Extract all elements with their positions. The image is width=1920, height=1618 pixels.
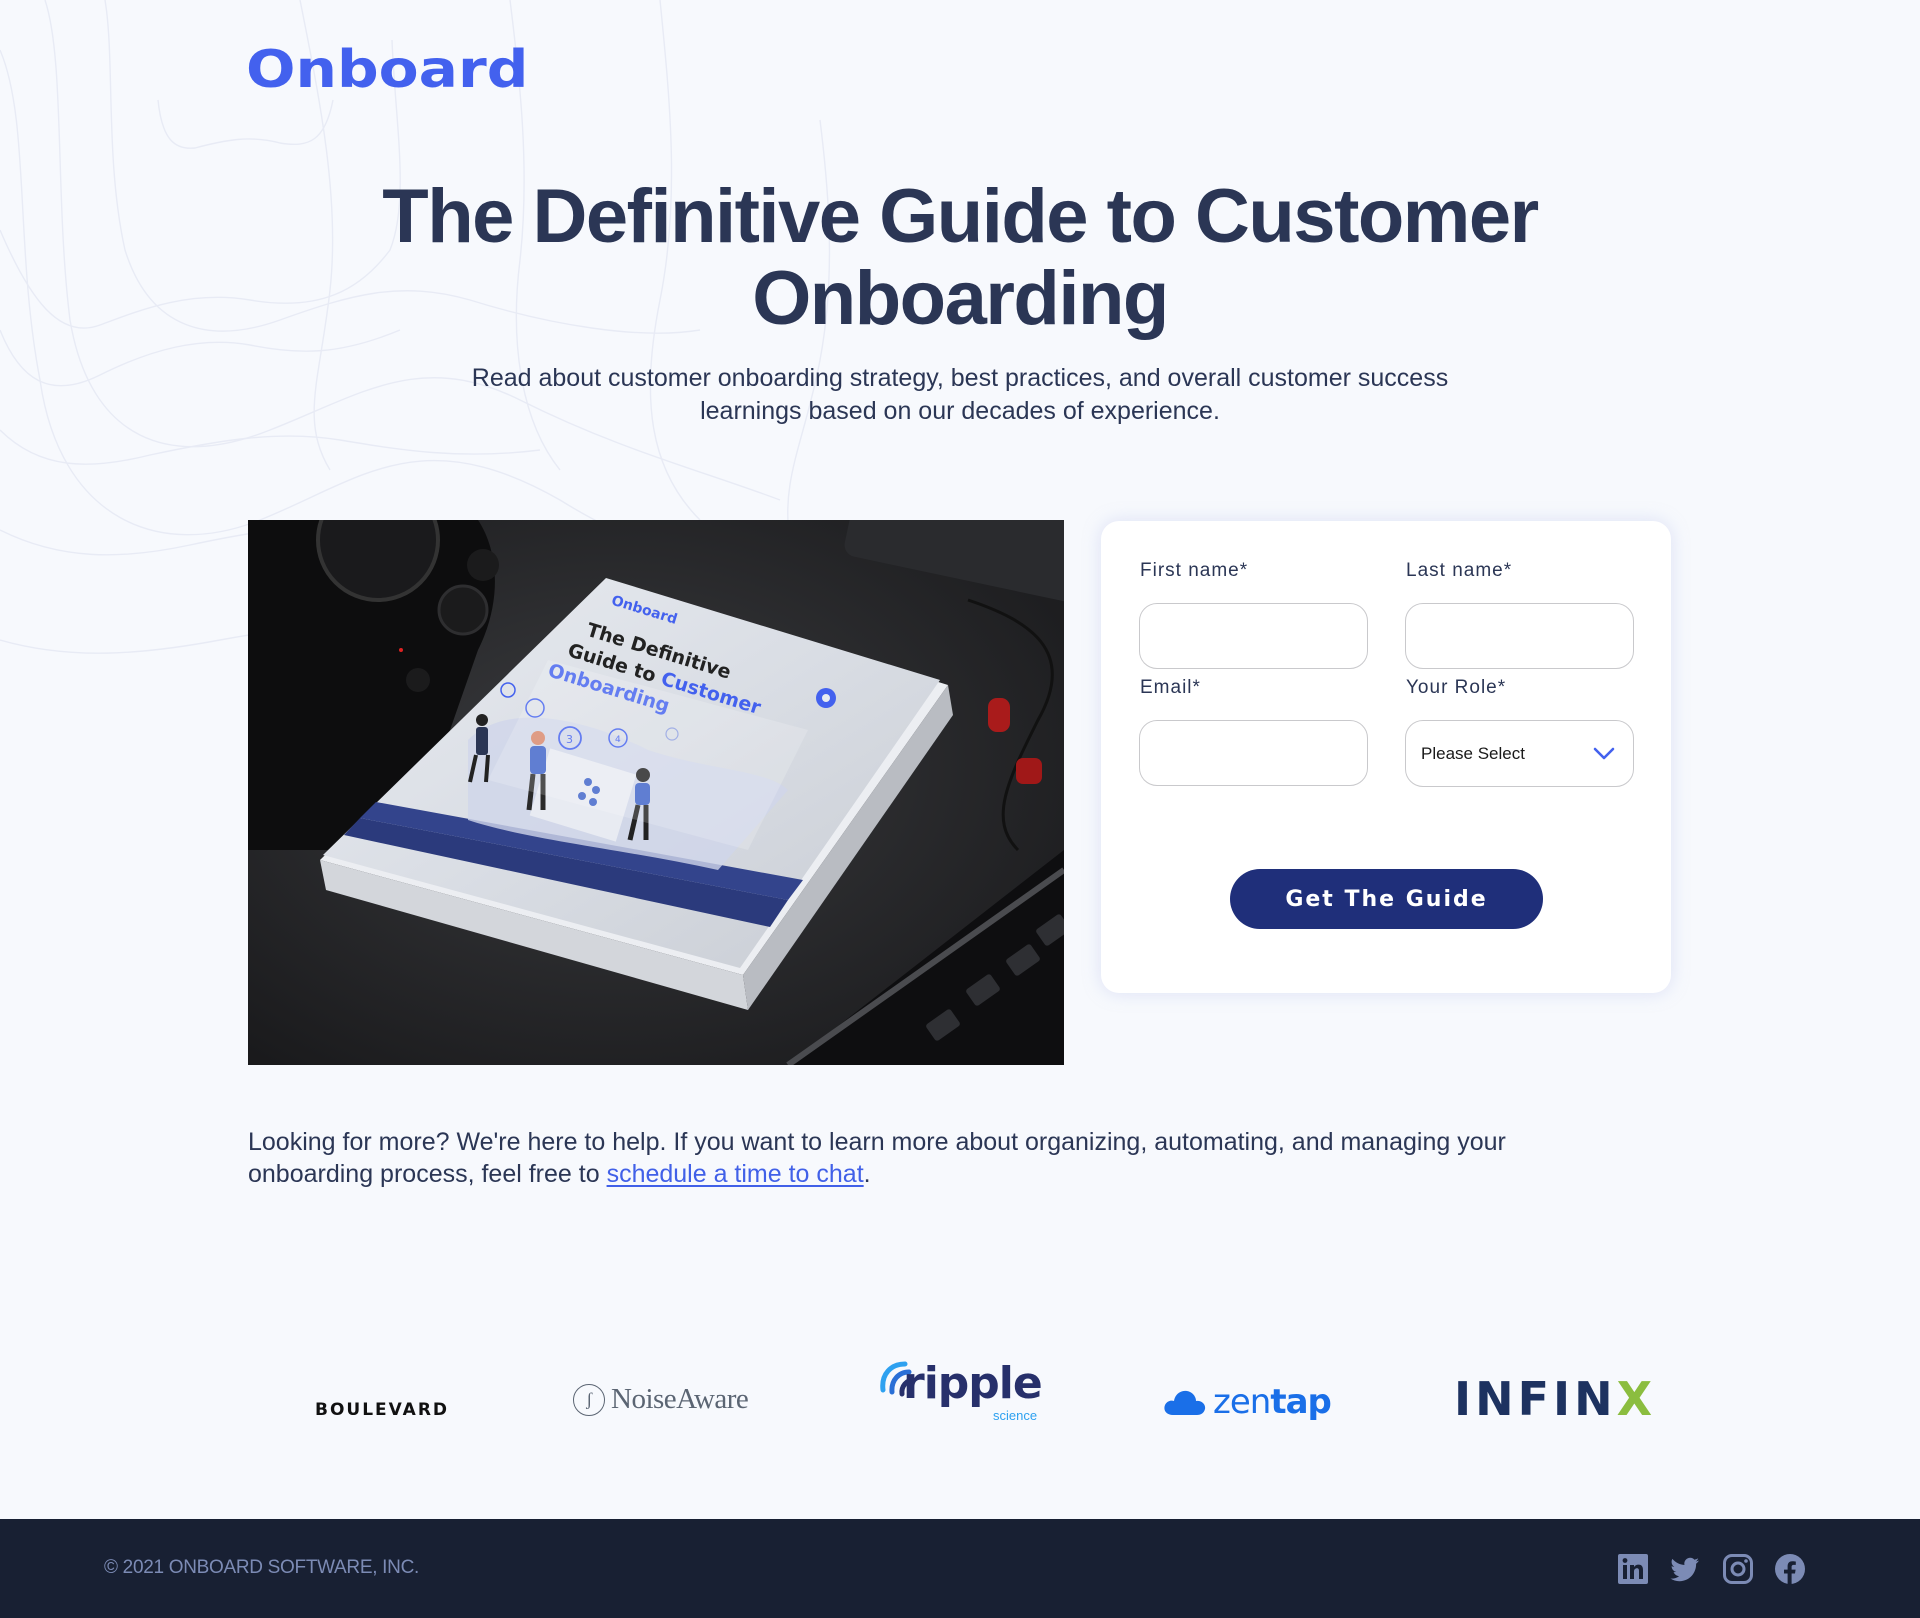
noiseaware-mark-icon: ʃ — [573, 1383, 605, 1416]
page-subtitle-line-2: learnings based on our decades of experi… — [700, 397, 1220, 425]
client-logos: BOULEVARD ʃ NoiseAware ripple science ze… — [0, 1350, 1920, 1470]
infinx-logo: INFIN X — [1454, 1372, 1656, 1426]
footer: © 2021 ONBOARD SOFTWARE, INC. — [0, 1519, 1920, 1618]
zentap-wordmark-light: zen — [1213, 1382, 1271, 1422]
more-info-paragraph: Looking for more? We're here to help. If… — [248, 1126, 1578, 1190]
noiseaware-logo: ʃ NoiseAware — [573, 1383, 749, 1416]
ripple-subtitle: science — [993, 1408, 1038, 1423]
chevron-down-icon — [1593, 747, 1615, 761]
last-name-input[interactable] — [1405, 603, 1634, 669]
page-title-line-2: Onboarding — [752, 256, 1169, 341]
book-mockup-illustration: Onboard The Definitive Guide to Customer… — [248, 520, 1064, 1065]
more-info-period: . — [863, 1160, 871, 1188]
copyright-text: © 2021 ONBOARD SOFTWARE, INC. — [104, 1557, 419, 1578]
zentap-logo: zen tap — [1163, 1382, 1332, 1422]
more-info-text: Looking for more? We're here to help. If… — [248, 1128, 1506, 1188]
cloud-icon — [1164, 1390, 1206, 1415]
zentap-wordmark-bold: tap — [1270, 1382, 1332, 1422]
page-subtitle: Read about customer onboarding strategy,… — [420, 362, 1500, 428]
first-name-input[interactable] — [1139, 603, 1368, 669]
guide-download-form: First name* Last name* Email* Your Role*… — [1101, 521, 1671, 993]
boulevard-logo: BOULEVARD — [315, 1400, 450, 1420]
page-title: The Definitive Guide to Customer Onboard… — [0, 176, 1920, 340]
page-subtitle-line-1: Read about customer onboarding strategy,… — [471, 364, 1449, 392]
facebook-icon[interactable] — [1775, 1554, 1805, 1584]
schedule-chat-link[interactable]: schedule a time to chat — [607, 1160, 864, 1188]
linkedin-icon[interactable] — [1618, 1554, 1648, 1584]
infinx-wordmark: INFIN — [1454, 1372, 1617, 1426]
onboard-logo[interactable]: Onboard — [246, 40, 528, 100]
infinx-x: X — [1616, 1372, 1657, 1426]
ripple-wordmark: ripple — [903, 1358, 1043, 1409]
first-name-label: First name* — [1140, 560, 1249, 581]
email-label: Email* — [1140, 677, 1201, 698]
page-title-line-1: The Definitive Guide to Customer — [382, 174, 1539, 259]
get-the-guide-button[interactable]: Get The Guide — [1230, 869, 1543, 929]
role-select-value: Please Select — [1421, 743, 1525, 763]
email-input[interactable] — [1139, 720, 1368, 786]
book-mockup-image: Onboard The Definitive Guide to Customer… — [248, 520, 1064, 1065]
last-name-label: Last name* — [1406, 560, 1513, 581]
instagram-icon[interactable] — [1723, 1554, 1753, 1584]
ripple-science-logo: ripple science — [875, 1354, 1050, 1424]
twitter-icon[interactable] — [1670, 1554, 1700, 1584]
role-label: Your Role* — [1406, 677, 1507, 698]
noiseaware-wordmark: NoiseAware — [611, 1383, 749, 1415]
role-select[interactable]: Please Select — [1405, 720, 1634, 787]
